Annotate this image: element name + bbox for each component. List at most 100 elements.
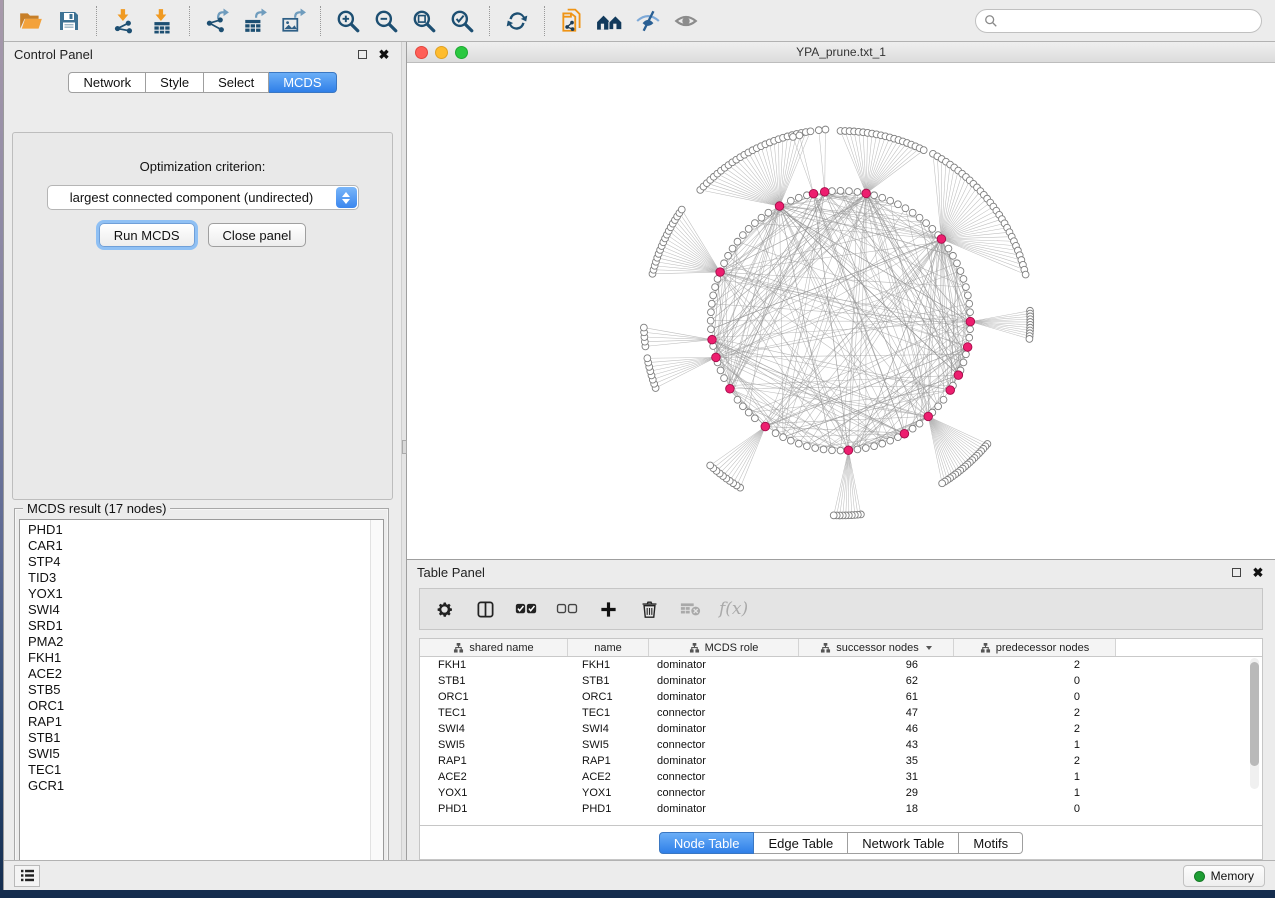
show-eye-icon[interactable] <box>667 4 705 38</box>
copy-network-icon[interactable] <box>553 4 591 38</box>
zoom-out-icon[interactable] <box>367 4 405 38</box>
window-close-button[interactable] <box>415 46 428 59</box>
select-all-icon[interactable] <box>514 597 538 621</box>
refresh-icon[interactable] <box>498 4 536 38</box>
table-row[interactable]: PHD1PHD1dominator180 <box>420 801 1262 817</box>
tab-edge-table[interactable]: Edge Table <box>754 832 848 854</box>
table-row[interactable]: SWI4SWI4dominator462 <box>420 721 1262 737</box>
table-row[interactable]: TEC1TEC1connector472 <box>420 705 1262 721</box>
mcds-node[interactable]: YOX1 <box>28 586 383 602</box>
mcds-node[interactable]: TEC1 <box>28 762 383 778</box>
table-scrollbar[interactable] <box>1250 658 1259 789</box>
table-scrollbar-thumb[interactable] <box>1250 662 1259 766</box>
mcds-node[interactable]: FKH1 <box>28 650 383 666</box>
column-header-successor-nodes[interactable]: successor nodes <box>799 639 954 656</box>
cell-MCDS-role: connector <box>649 769 799 785</box>
float-panel-button[interactable] <box>355 47 369 61</box>
cell-shared-name: PHD1 <box>420 801 568 817</box>
cell-name: ACE2 <box>568 769 649 785</box>
show-all-icon[interactable] <box>591 4 629 38</box>
table-row[interactable]: YOX1YOX1connector291 <box>420 785 1262 801</box>
window-zoom-button[interactable] <box>455 46 468 59</box>
table-panel: Table Panel ✖ <box>407 560 1275 860</box>
table-body: FKH1FKH1dominator962STB1STB1dominator620… <box>420 657 1262 817</box>
float-table-panel-button[interactable] <box>1229 565 1243 579</box>
cell-successor-nodes: 31 <box>799 769 954 785</box>
table-row[interactable]: FKH1FKH1dominator962 <box>420 657 1262 673</box>
cell-name: STB1 <box>568 673 649 689</box>
memory-button[interactable]: Memory <box>1183 865 1265 887</box>
export-network-icon[interactable] <box>198 4 236 38</box>
tab-motifs[interactable]: Motifs <box>959 832 1023 854</box>
table-row[interactable]: ACE2ACE2connector311 <box>420 769 1262 785</box>
tab-node-table[interactable]: Node Table <box>659 832 755 854</box>
save-session-icon[interactable] <box>50 4 88 38</box>
columns-icon[interactable] <box>473 597 497 621</box>
table-row[interactable]: RAP1RAP1dominator352 <box>420 753 1262 769</box>
mcds-node[interactable]: STB5 <box>28 682 383 698</box>
main-toolbar <box>4 0 1275 42</box>
splitter-handle[interactable] <box>402 440 407 454</box>
zoom-in-icon[interactable] <box>329 4 367 38</box>
open-file-icon[interactable] <box>12 4 50 38</box>
export-image-icon[interactable] <box>274 4 312 38</box>
import-network-icon[interactable] <box>105 4 143 38</box>
cell-name: SWI5 <box>568 737 649 753</box>
tab-mcds[interactable]: MCDS <box>269 72 336 93</box>
mcds-node[interactable]: SRD1 <box>28 618 383 634</box>
panel-splitter[interactable] <box>401 42 407 860</box>
function-builder-icon[interactable]: f(x) <box>719 599 748 619</box>
mcds-node[interactable]: PMA2 <box>28 634 383 650</box>
column-header-predecessor-nodes[interactable]: predecessor nodes <box>954 639 1116 656</box>
zoom-selected-icon[interactable] <box>443 4 481 38</box>
network-view-window: YPA_prune.txt_1 <box>407 42 1275 560</box>
cell-predecessor-nodes: 2 <box>954 753 1116 769</box>
gear-icon[interactable] <box>432 597 456 621</box>
mcds-result-list[interactable]: PHD1CAR1STP4TID3YOX1SWI4SRD1PMA2FKH1ACE2… <box>19 519 384 875</box>
column-header-MCDS-role[interactable]: MCDS role <box>649 639 799 656</box>
namespace-icon <box>689 643 700 653</box>
export-table-icon[interactable] <box>236 4 274 38</box>
tab-style[interactable]: Style <box>146 72 204 93</box>
network-canvas[interactable] <box>407 63 1275 559</box>
column-header-shared-name[interactable]: shared name <box>420 639 568 656</box>
mcds-node[interactable]: SWI4 <box>28 602 383 618</box>
hide-selected-icon[interactable] <box>629 4 667 38</box>
task-history-button[interactable] <box>14 865 40 887</box>
zoom-fit-icon[interactable] <box>405 4 443 38</box>
delete-icon[interactable] <box>637 597 661 621</box>
tab-select[interactable]: Select <box>204 72 269 93</box>
cell-name: TEC1 <box>568 705 649 721</box>
tab-network[interactable]: Network <box>68 72 146 93</box>
mcds-node[interactable]: CAR1 <box>28 538 383 554</box>
deselect-all-icon[interactable] <box>555 597 579 621</box>
mcds-node[interactable]: STB1 <box>28 730 383 746</box>
mcds-node[interactable]: ACE2 <box>28 666 383 682</box>
table-row[interactable]: ORC1ORC1dominator610 <box>420 689 1262 705</box>
criterion-select[interactable]: largest connected component (undirected) <box>47 185 359 210</box>
mcds-node[interactable]: ORC1 <box>28 698 383 714</box>
search-input[interactable] <box>998 14 1253 28</box>
run-mcds-button[interactable]: Run MCDS <box>99 223 195 247</box>
mcds-node[interactable]: STP4 <box>28 554 383 570</box>
close-panel-button[interactable]: ✖ <box>377 47 391 61</box>
close-panel-action-button[interactable]: Close panel <box>208 223 307 247</box>
import-table-icon[interactable] <box>143 4 181 38</box>
optimization-criterion-label: Optimization criterion: <box>140 159 266 174</box>
mcds-node[interactable]: GCR1 <box>28 778 383 794</box>
mcds-node[interactable]: TID3 <box>28 570 383 586</box>
cell-MCDS-role: connector <box>649 705 799 721</box>
search-field[interactable] <box>975 9 1262 33</box>
mcds-node[interactable]: SWI5 <box>28 746 383 762</box>
mcds-list-scrollbar[interactable] <box>370 520 383 874</box>
mcds-node[interactable]: RAP1 <box>28 714 383 730</box>
close-table-panel-button[interactable]: ✖ <box>1251 565 1265 579</box>
table-row[interactable]: STB1STB1dominator620 <box>420 673 1262 689</box>
window-minimize-button[interactable] <box>435 46 448 59</box>
column-header-name[interactable]: name <box>568 639 649 656</box>
tab-network-table[interactable]: Network Table <box>848 832 959 854</box>
mcds-node[interactable]: PHD1 <box>28 522 383 538</box>
add-icon[interactable] <box>596 597 620 621</box>
table-row[interactable]: SWI5SWI5connector431 <box>420 737 1262 753</box>
delete-table-icon[interactable] <box>678 597 702 621</box>
